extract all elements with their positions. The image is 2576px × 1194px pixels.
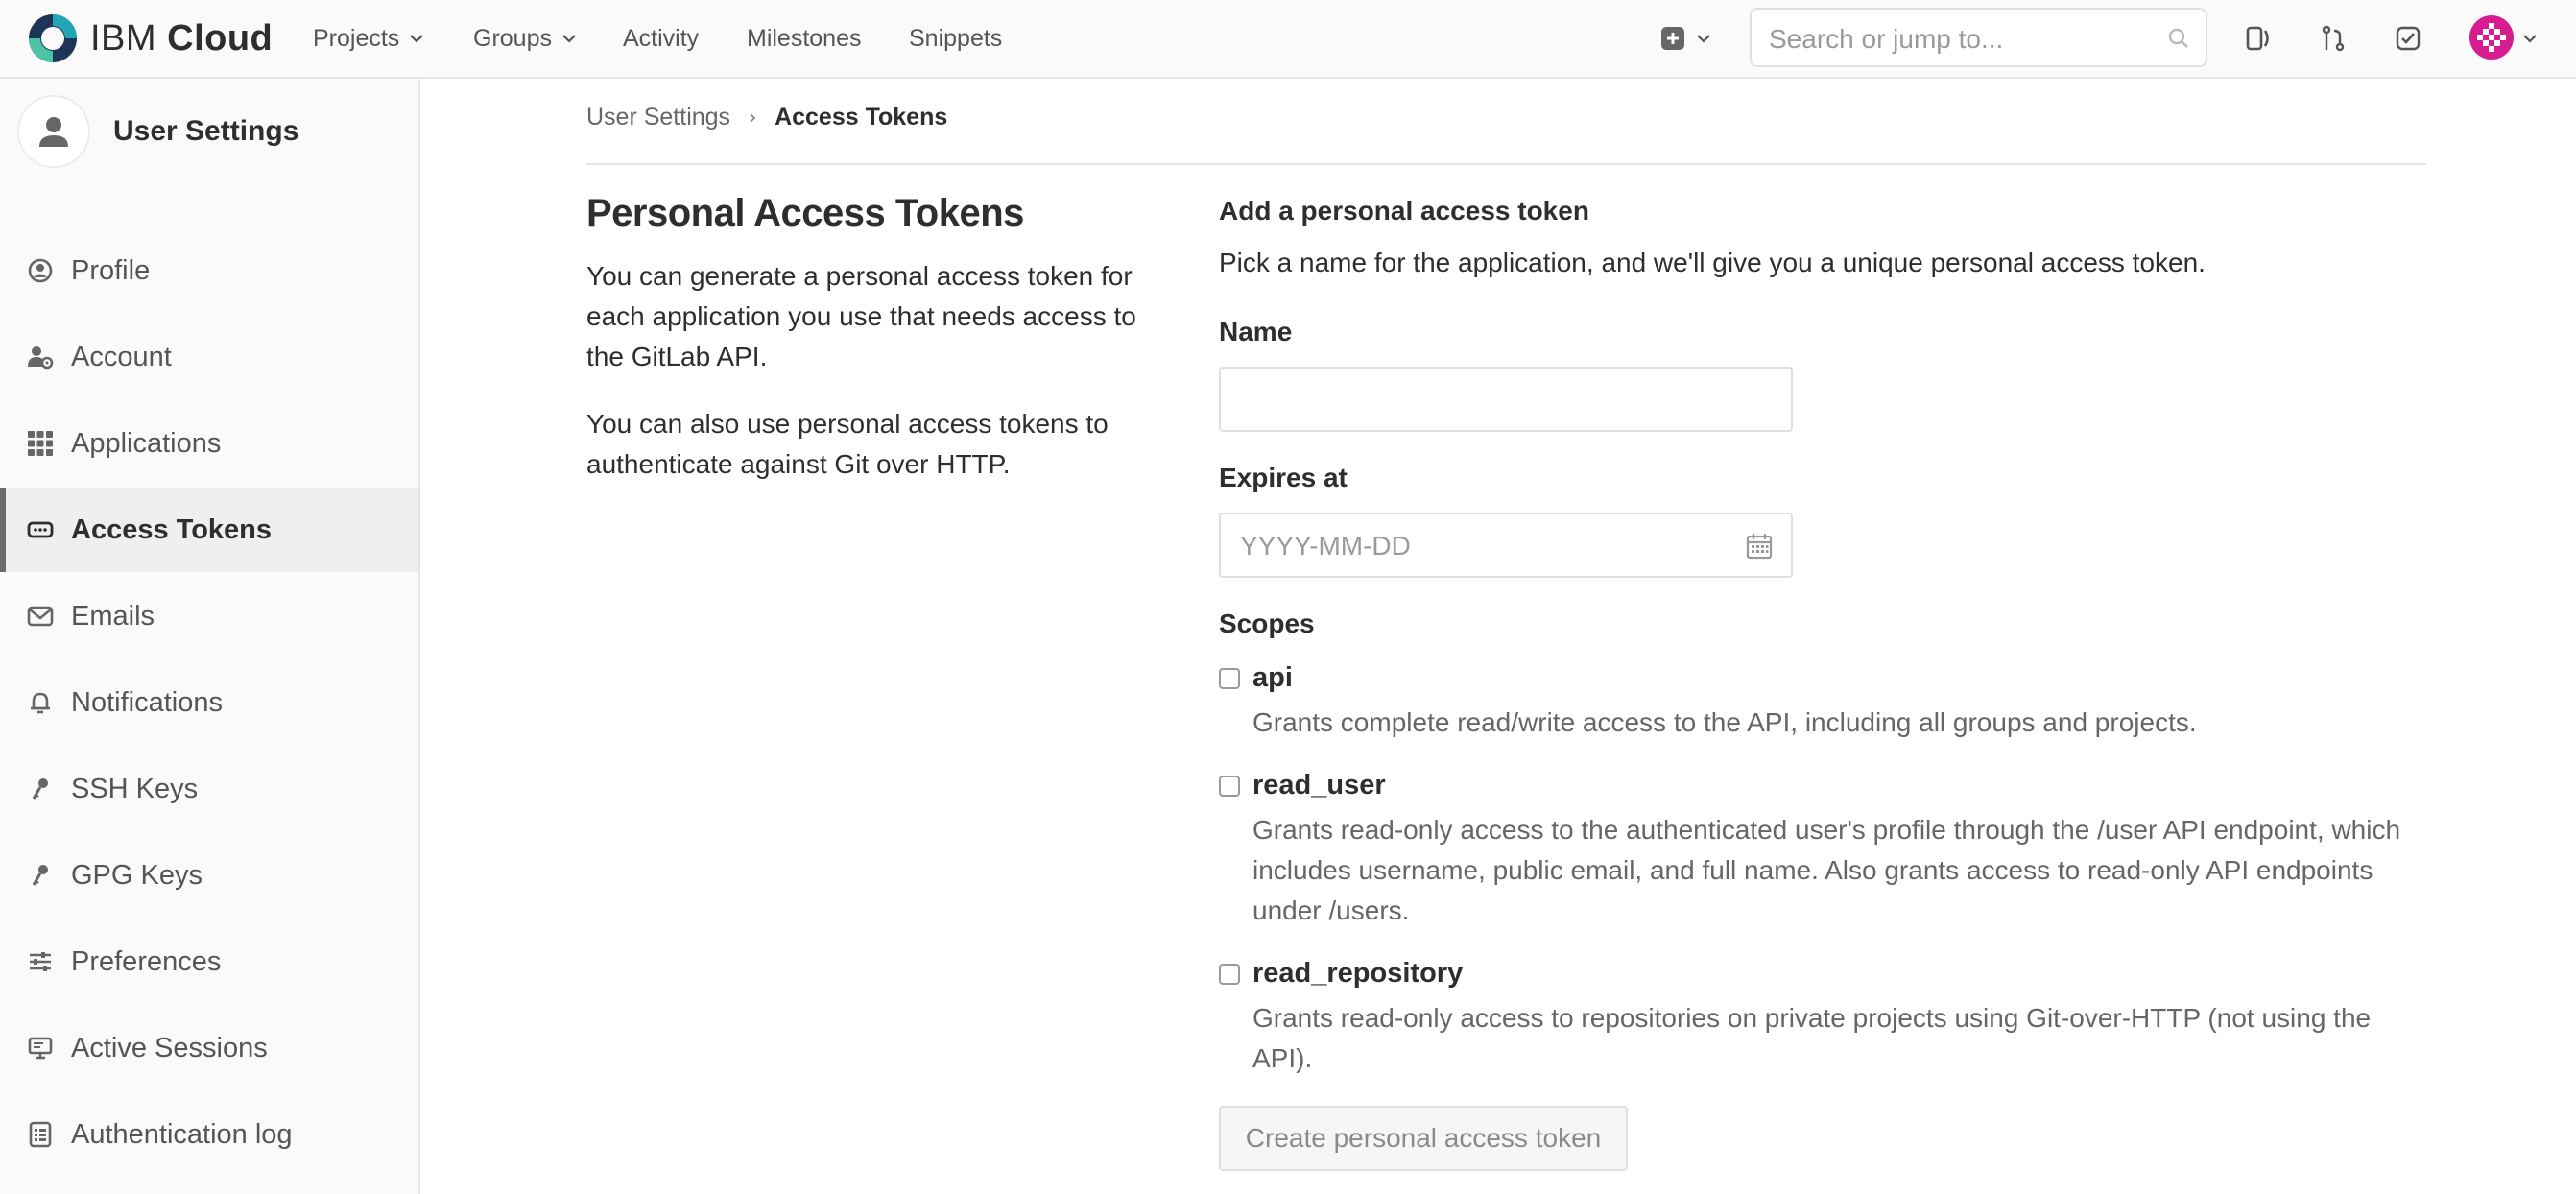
sidebar-item-profile[interactable]: Profile bbox=[0, 228, 418, 313]
avatar bbox=[17, 95, 90, 168]
sidebar-item-authentication-log[interactable]: Authentication log bbox=[0, 1092, 418, 1177]
sidebar-item-applications[interactable]: Applications bbox=[0, 401, 418, 486]
chevron-down-icon bbox=[1697, 35, 1710, 43]
merge-requests-button[interactable] bbox=[2313, 17, 2353, 60]
sidebar-header[interactable]: User Settings bbox=[17, 92, 298, 171]
expires-label: Expires at bbox=[1219, 463, 1348, 492]
sidebar-item-notifications[interactable]: Notifications bbox=[0, 660, 418, 745]
scope-api-checkbox[interactable] bbox=[1219, 668, 1240, 689]
nav-activity-label: Activity bbox=[623, 24, 700, 52]
chevron-down-icon bbox=[410, 35, 424, 43]
scope-read-repository-checkbox[interactable] bbox=[1219, 964, 1240, 985]
brand[interactable]: IBM Cloud bbox=[27, 10, 273, 67]
sidebar-item-access-tokens[interactable]: Access Tokens bbox=[0, 488, 418, 572]
monitor-icon bbox=[27, 1035, 54, 1062]
breadcrumb: User Settings Access Tokens bbox=[586, 104, 947, 131]
breadcrumb-current[interactable]: Access Tokens bbox=[775, 104, 947, 131]
sidebar-item-account[interactable]: Account bbox=[0, 315, 418, 399]
sidebar-item-preferences[interactable]: Preferences bbox=[0, 919, 418, 1004]
key-icon bbox=[27, 862, 54, 889]
intro-paragraph: You can generate a personal access token… bbox=[586, 261, 1136, 371]
scope-name[interactable]: read_repository bbox=[1252, 958, 1463, 990]
new-item-dropdown-button[interactable] bbox=[1653, 17, 1720, 60]
sidebar-item-active-sessions[interactable]: Active Sessions bbox=[0, 1006, 418, 1090]
search-icon bbox=[2168, 28, 2188, 48]
access-tokens-icon bbox=[27, 516, 54, 543]
scope-name[interactable]: read_user bbox=[1252, 770, 1386, 801]
sidebar-item-emails[interactable]: Emails bbox=[0, 574, 418, 658]
bell-icon bbox=[27, 689, 54, 716]
name-input[interactable] bbox=[1238, 380, 1741, 420]
calendar-icon[interactable] bbox=[1745, 532, 1774, 561]
nav-projects[interactable]: Projects bbox=[313, 19, 426, 58]
nav-projects-label: Projects bbox=[313, 24, 400, 52]
chevron-down-icon[interactable] bbox=[2520, 29, 2540, 48]
envelope-icon bbox=[27, 603, 54, 630]
form-subheading: Pick a name for the application, and we'… bbox=[1219, 248, 2206, 277]
breadcrumb-user-settings-link[interactable]: User Settings bbox=[586, 104, 730, 131]
search-box[interactable] bbox=[1750, 8, 2207, 67]
account-icon bbox=[27, 344, 54, 370]
intro-panel: Personal Access Tokens You can generate … bbox=[586, 192, 1172, 512]
scope-help: Grants read-only access to the authentic… bbox=[1252, 815, 2401, 925]
applications-icon bbox=[27, 430, 54, 457]
chevron-right-icon bbox=[750, 112, 756, 123]
sidebar-item-label: Account bbox=[71, 341, 172, 372]
user-icon bbox=[39, 117, 68, 147]
sidebar-item-label: Profile bbox=[71, 254, 151, 286]
scopes-label: Scopes bbox=[1219, 609, 1315, 638]
avatar-identicon-icon bbox=[2477, 23, 2506, 52]
nav-snippets[interactable]: Snippets bbox=[909, 19, 1002, 58]
sidebar-item-label: Preferences bbox=[71, 945, 222, 977]
sidebar-item-gpg-keys[interactable]: GPG Keys bbox=[0, 833, 418, 918]
add-token-form: Add a personal access token Pick a name … bbox=[1219, 192, 2428, 1171]
sidebar-item-label: Authentication log bbox=[71, 1118, 293, 1150]
name-field[interactable] bbox=[1219, 367, 1793, 432]
todos-button[interactable] bbox=[2388, 17, 2428, 60]
chevron-down-icon bbox=[562, 35, 576, 43]
sidebar-item-label: Applications bbox=[71, 427, 222, 459]
issues-button[interactable] bbox=[2238, 17, 2278, 60]
log-icon bbox=[27, 1121, 54, 1148]
sidebar-item-ssh-keys[interactable]: SSH Keys bbox=[0, 747, 418, 831]
sidebar-title: User Settings bbox=[113, 115, 299, 147]
merge-request-icon bbox=[2322, 25, 2345, 52]
scope-help: Grants read-only access to repositories … bbox=[1252, 1003, 2372, 1073]
sidebar-item-label: Emails bbox=[71, 600, 155, 632]
top-navbar: IBM Cloud Projects Groups Activity Miles… bbox=[0, 0, 2576, 79]
sidebar-item-label: Access Tokens bbox=[71, 513, 273, 545]
scope-help: Grants complete read/write access to the… bbox=[1252, 707, 2197, 737]
create-token-button[interactable]: Create personal access token bbox=[1219, 1106, 1628, 1171]
sidebar-item-label: Active Sessions bbox=[71, 1032, 268, 1063]
nav-milestones-label: Milestones bbox=[747, 24, 862, 52]
nav-groups-label: Groups bbox=[473, 24, 552, 52]
plus-square-icon bbox=[1661, 27, 1684, 50]
brand-name: IBM Cloud bbox=[90, 17, 274, 59]
scope-read-user-checkbox[interactable] bbox=[1219, 776, 1240, 797]
sidebar-item-label: GPG Keys bbox=[71, 859, 203, 891]
nav-activity[interactable]: Activity bbox=[623, 19, 699, 58]
name-label: Name bbox=[1219, 317, 1293, 346]
nav-milestones[interactable]: Milestones bbox=[747, 19, 862, 58]
intro-paragraph: You can also use personal access tokens … bbox=[586, 409, 1109, 479]
page-title: Personal Access Tokens bbox=[586, 192, 1024, 234]
settings-sidebar: User Settings Profile Account Applicatio… bbox=[0, 79, 420, 1194]
profile-icon bbox=[27, 257, 54, 284]
sliders-icon bbox=[27, 948, 54, 975]
nav-snippets-label: Snippets bbox=[909, 24, 1003, 52]
user-avatar-menu[interactable] bbox=[2469, 15, 2514, 60]
expires-date-input[interactable] bbox=[1238, 526, 1741, 566]
issues-icon bbox=[2246, 26, 2269, 51]
key-icon bbox=[27, 776, 54, 802]
sidebar-item-label: Notifications bbox=[71, 686, 223, 718]
nav-groups[interactable]: Groups bbox=[473, 19, 579, 58]
todo-check-icon bbox=[2396, 26, 2421, 51]
scope-name[interactable]: api bbox=[1252, 662, 1293, 694]
ibm-cloud-logo-icon bbox=[29, 14, 77, 62]
sidebar-item-label: SSH Keys bbox=[71, 773, 199, 804]
header-divider bbox=[586, 163, 2426, 165]
expires-field[interactable] bbox=[1219, 513, 1793, 578]
search-input[interactable] bbox=[1767, 19, 2145, 60]
form-heading: Add a personal access token bbox=[1219, 196, 1589, 226]
